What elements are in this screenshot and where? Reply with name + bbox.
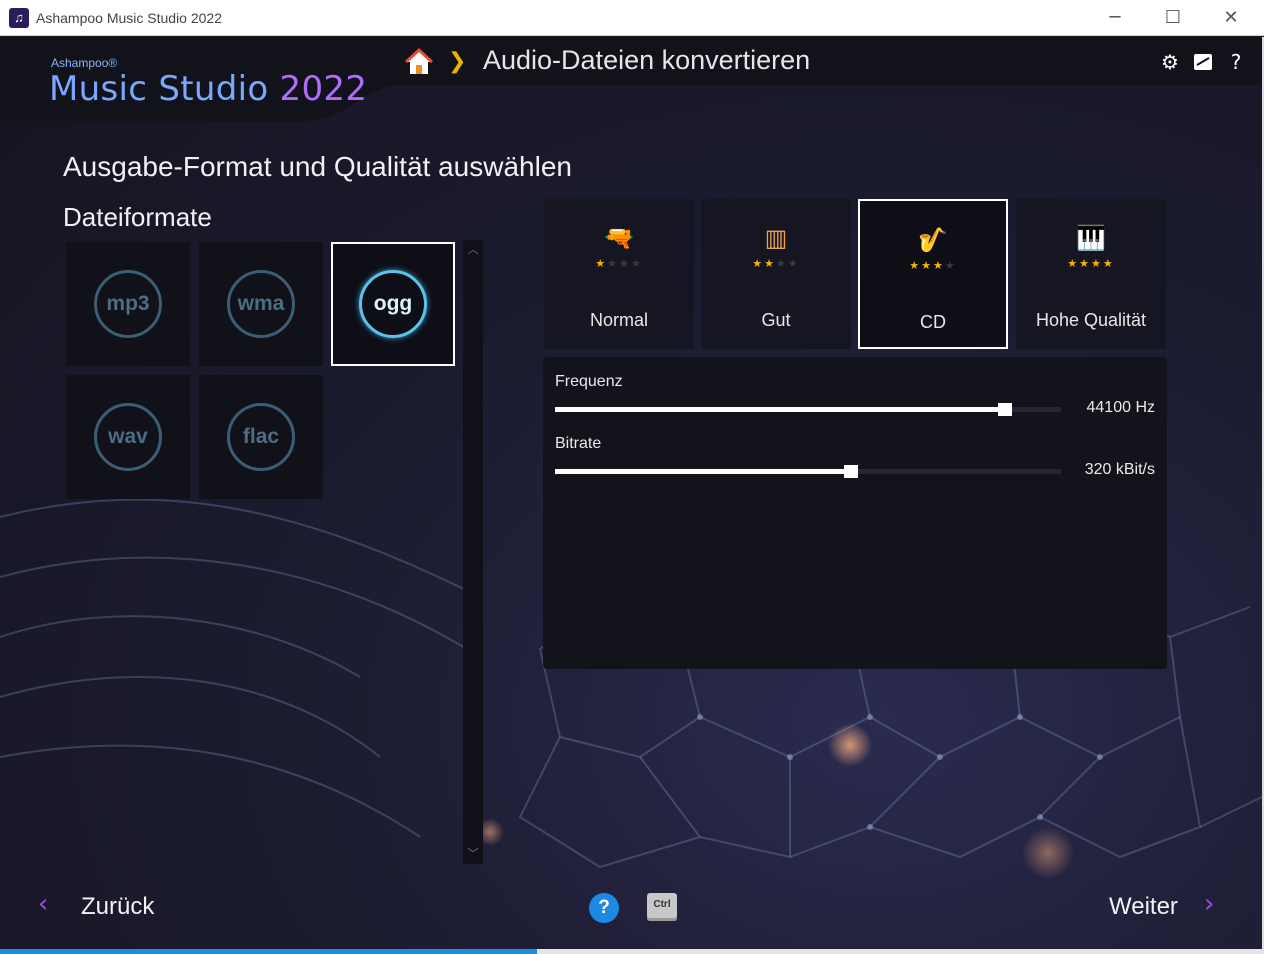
bitrate-slider-thumb[interactable] (844, 465, 858, 478)
format-tile-mp3[interactable]: mp3 (66, 242, 190, 366)
star-icon: ★ (933, 259, 945, 272)
frequency-value: 44100 Hz (1086, 399, 1156, 416)
page-title: Audio-Dateien konvertieren (483, 45, 811, 75)
brand-product: Music Studio (49, 69, 269, 109)
quality-label: Normal (589, 310, 648, 330)
quality-tile-cd[interactable]: 🎷 ★★★★ CD (858, 199, 1008, 349)
brand-year: 2022 (279, 69, 368, 109)
star-icon: ★ (619, 257, 631, 270)
status-bar (0, 949, 1264, 954)
home-icon[interactable] (404, 47, 434, 77)
quality-tile-hohe-qualitaet[interactable]: 🎹 ★★★★ Hohe Qualität (1016, 199, 1166, 349)
minimize-button[interactable]: ─ (1086, 0, 1144, 36)
section-title: Ausgabe-Format und Qualität auswählen (63, 151, 572, 182)
window-title: Ashampoo Music Studio 2022 (36, 10, 222, 26)
format-label: wav (94, 403, 162, 471)
star-icon: ★ (921, 259, 933, 272)
format-tile-wav[interactable]: wav (66, 375, 190, 499)
bitrate-slider-fill (555, 469, 851, 474)
frequency-slider-fill (555, 407, 1006, 412)
star-icon: ★ (1091, 257, 1103, 270)
bitrate-slider[interactable] (555, 465, 1061, 478)
chevron-left-icon: ‹ (38, 889, 49, 919)
xylophone-icon: ▥ (764, 224, 788, 252)
star-icon: ★ (909, 259, 922, 272)
close-button[interactable]: ✕ (1202, 0, 1260, 36)
piano-icon: 🎹 (1076, 224, 1106, 252)
app-main-area: Ashampoo® Music Studio 2022 ❯ Audio-Date… (0, 37, 1262, 949)
star-icon: ★ (595, 257, 608, 270)
quality-label: Hohe Qualität (1035, 310, 1147, 330)
help-icon[interactable]: ? (1225, 51, 1247, 73)
quality-stars: ★★★★ (860, 259, 1006, 272)
water-gun-icon: 🔫 (604, 224, 634, 252)
formats-title: Dateiformate (63, 202, 212, 232)
breadcrumb-chevron-icon: ❯ (448, 49, 467, 74)
quality-stars: ★★★★ (544, 257, 694, 270)
star-icon: ★ (764, 257, 776, 270)
format-tile-ogg[interactable]: ogg (331, 242, 455, 366)
window-titlebar: ♫ Ashampoo Music Studio 2022 ─ ☐ ✕ (0, 0, 1264, 36)
star-icon: ★ (630, 257, 643, 270)
format-label: wma (227, 270, 295, 338)
quality-label: CD (920, 312, 946, 332)
progress-bar-fill (0, 949, 538, 954)
star-icon: ★ (1067, 257, 1080, 270)
quality-stars: ★★★★ (1016, 257, 1166, 270)
brand-company: Ashampoo® (51, 56, 118, 70)
frequency-label: Frequenz (555, 373, 623, 390)
help-circle-icon[interactable]: ? (589, 893, 619, 923)
frequency-slider[interactable] (555, 403, 1061, 416)
star-icon: ★ (752, 257, 765, 270)
scroll-down-icon[interactable]: ﹀ (463, 846, 483, 862)
scroll-up-icon[interactable]: ︿ (463, 242, 483, 258)
brand-logo: Music Studio 2022 (49, 69, 367, 109)
format-label: mp3 (94, 270, 162, 338)
quality-stars: ★★★★ (701, 257, 851, 270)
saxophone-icon: 🎷 (918, 226, 948, 254)
ctrl-key-icon[interactable]: Ctrl (647, 893, 677, 921)
quality-label: Gut (761, 310, 791, 330)
star-icon: ★ (1079, 257, 1091, 270)
star-icon: ★ (607, 257, 619, 270)
star-icon: ★ (1102, 257, 1115, 270)
notes-icon[interactable] (1192, 51, 1214, 73)
format-tile-flac[interactable]: flac (199, 375, 323, 499)
app-music-icon: ♫ (9, 8, 29, 28)
frequency-slider-thumb[interactable] (998, 403, 1013, 416)
bitrate-label: Bitrate (555, 435, 602, 452)
settings-gear-icon[interactable]: ⚙ (1159, 51, 1181, 73)
format-tile-wma[interactable]: wma (199, 242, 323, 366)
quality-tile-normal[interactable]: 🔫 ★★★★ Normal (544, 199, 694, 349)
maximize-button[interactable]: ☐ (1144, 0, 1202, 36)
chevron-right-icon: › (1204, 889, 1215, 919)
format-label: flac (227, 403, 295, 471)
star-icon: ★ (787, 257, 800, 270)
formats-scrollbar[interactable]: ︿ ﹀ (463, 240, 483, 864)
quality-settings-panel: Frequenz 44100 Hz Bitrate 320 kBit/s (543, 357, 1167, 669)
bitrate-value: 320 kBit/s (1084, 461, 1155, 478)
star-icon: ★ (776, 257, 788, 270)
next-label: Weiter (1109, 893, 1178, 920)
quality-tile-gut[interactable]: ▥ ★★★★ Gut (701, 199, 851, 349)
next-button[interactable]: Weiter › (1106, 889, 1226, 925)
star-icon: ★ (944, 259, 957, 272)
format-label: ogg (359, 270, 427, 338)
back-label: Zurück (81, 893, 155, 920)
